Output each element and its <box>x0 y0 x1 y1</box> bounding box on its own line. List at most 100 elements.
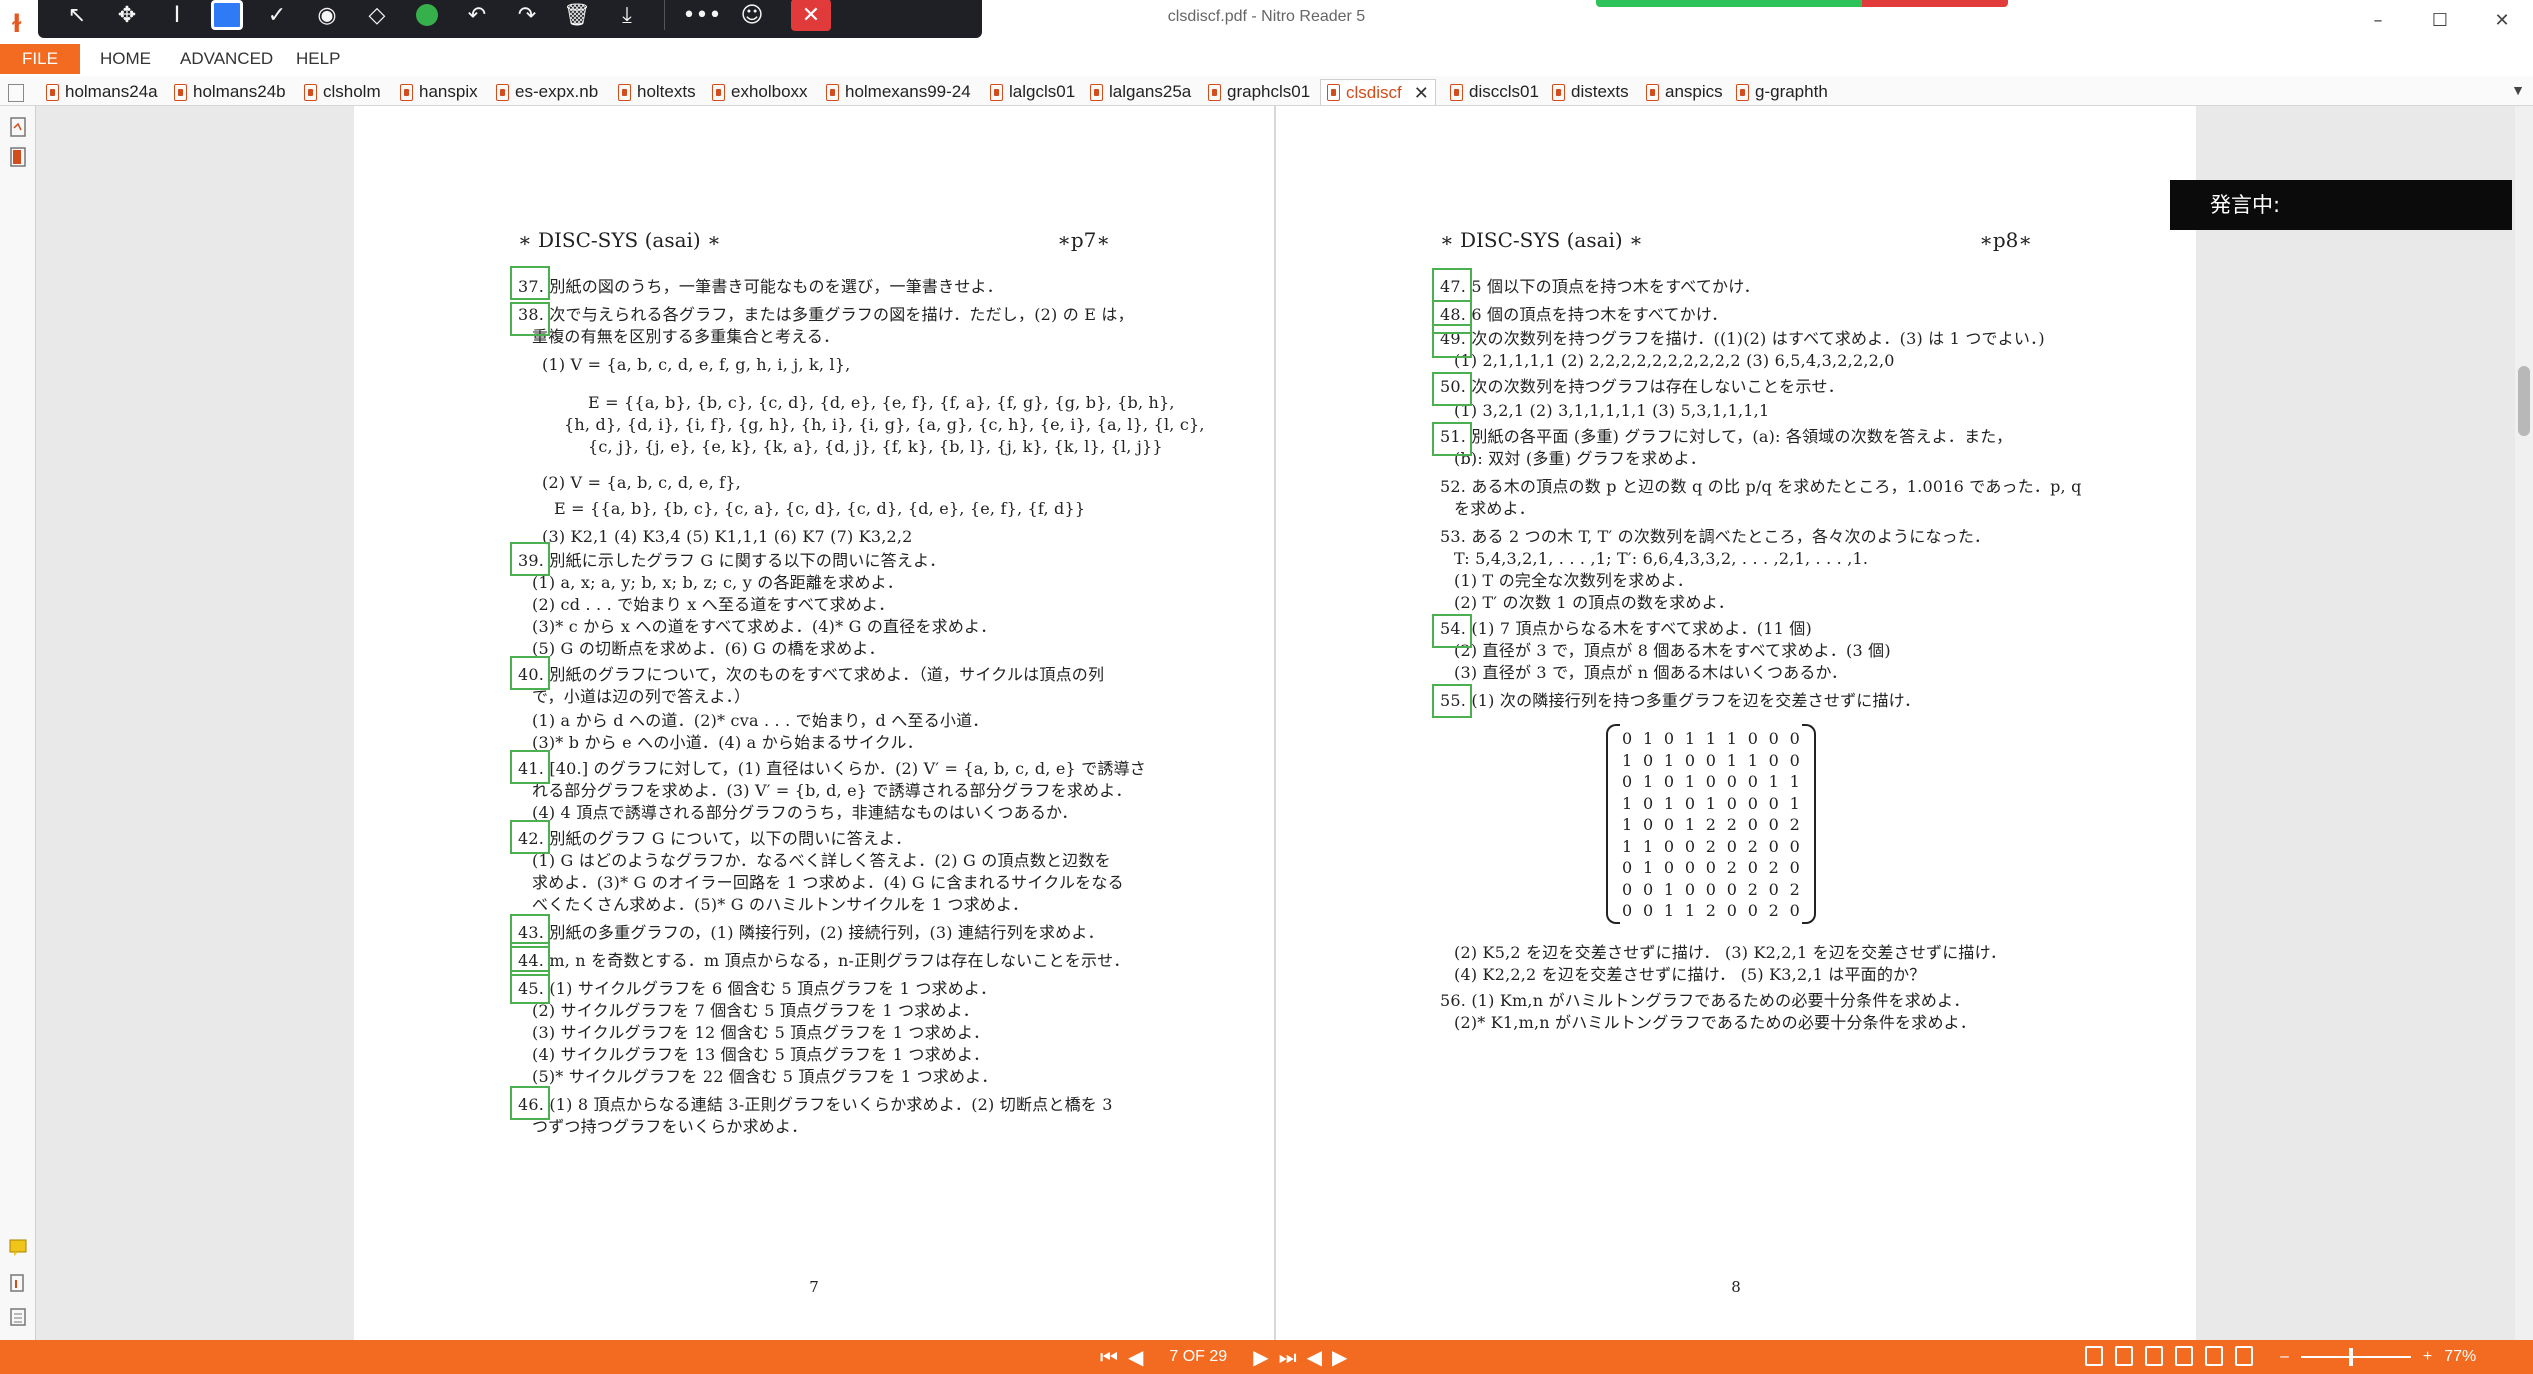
scrollbar-thumb[interactable] <box>2518 366 2530 436</box>
matrix-bracket-right <box>1802 724 1816 924</box>
question-line: (1) 3,2,1 (2) 3,1,1,1,1,1 (3) 5,3,1,1,1,… <box>1454 401 1770 420</box>
comments-panel-icon[interactable] <box>8 1236 28 1258</box>
facing-continuous-view-icon[interactable] <box>2175 1346 2193 1366</box>
page-navigation: ⏮ ◀ 7 OF 29 ▶ ⏭ ◀ ▶ <box>1100 1344 1347 1370</box>
close-tab-icon[interactable]: ✕ <box>1414 80 1429 106</box>
rectangle-icon[interactable] <box>202 0 252 35</box>
annotation-rectangle[interactable] <box>510 820 550 854</box>
previous-page-icon[interactable]: ◀ <box>1128 1345 1143 1369</box>
pdf-page-8: ∗ DISC-SYS (asai) ∗ ∗p8∗ 47. 5 個以下の頂点を持つ… <box>1276 106 2196 1340</box>
question-line: 46. (1) 8 頂点からなる連結 3-正則グラフをいくらか求めよ．(2) 切… <box>518 1095 1113 1114</box>
last-page-icon[interactable]: ⏭ <box>1279 1345 1297 1369</box>
annotation-rectangle[interactable] <box>1432 422 1472 456</box>
continuous-view-icon[interactable] <box>2115 1346 2133 1366</box>
zoom-slider-thumb[interactable] <box>2348 1348 2353 1366</box>
annotation-rectangle[interactable] <box>510 750 550 784</box>
question-line: 44. m, n を奇数とする．m 頂点からなる，n-正則グラフは存在しないこと… <box>518 951 1130 970</box>
annotation-rectangle[interactable] <box>1432 614 1472 648</box>
single-page-view-icon[interactable] <box>2085 1346 2103 1366</box>
doc-tab-active[interactable]: clsdiscf ✕ <box>1320 79 1436 105</box>
check-icon[interactable]: ✓ <box>252 0 302 35</box>
tab-help[interactable]: HELP <box>284 44 352 74</box>
bookmark-panel-icon[interactable] <box>8 146 28 168</box>
doc-tab[interactable]: disccls01 <box>1450 79 1539 105</box>
doc-tab[interactable]: exholboxx <box>712 79 808 105</box>
close-window-button[interactable]: ✕ <box>2471 0 2533 40</box>
next-view-icon[interactable]: ▶ <box>1332 1345 1347 1369</box>
annotation-rectangle[interactable] <box>510 1086 550 1120</box>
eraser-icon[interactable]: ◇ <box>352 0 402 35</box>
doc-tab[interactable]: hanspix <box>400 79 478 105</box>
question-line: (4) 4 頂点で誘導される部分グラフのうち，非連結なものはいくつあるか． <box>532 803 1078 822</box>
annotation-rectangle[interactable] <box>1432 324 1472 358</box>
trash-icon[interactable]: 🗑 <box>552 0 602 35</box>
doc-tab[interactable]: lalgcls01 <box>990 79 1075 105</box>
undo-icon[interactable]: ↶ <box>452 0 502 35</box>
annotation-rectangle[interactable] <box>510 266 550 300</box>
doc-tab[interactable]: graphcls01 <box>1208 79 1310 105</box>
signature-panel-icon[interactable] <box>8 116 28 138</box>
doc-tab[interactable]: lalgans25a <box>1090 79 1191 105</box>
question-line: れる部分グラフを求めよ．(3) V′ = {b, d, e} で誘導される部分グ… <box>532 781 1132 800</box>
doc-tab[interactable]: holmans24a <box>46 79 158 105</box>
annotation-rectangle[interactable] <box>1432 372 1472 406</box>
stamp-icon[interactable]: ◉ <box>302 0 352 35</box>
attachments-panel-icon[interactable] <box>8 1272 28 1294</box>
zoom-out-button[interactable]: – <box>2280 1348 2289 1366</box>
annotation-rectangle[interactable] <box>1432 684 1472 718</box>
next-page-icon[interactable]: ▶ <box>1253 1345 1268 1369</box>
move-icon[interactable]: ✥ <box>102 0 152 35</box>
document-viewer[interactable]: ∗ DISC-SYS (asai) ∗ ∗p7∗ 37. 別紙の図のうち，一筆書… <box>36 106 2516 1340</box>
page-number: 8 <box>1731 1278 1741 1296</box>
page-indicator[interactable]: 7 OF 29 <box>1169 1348 1227 1366</box>
download-icon[interactable]: ⤓ <box>602 0 652 35</box>
matrix-row: 1 0 1 0 0 1 1 0 0 <box>1622 750 1800 770</box>
annotation-rectangle[interactable] <box>510 542 550 576</box>
redo-icon[interactable]: ↷ <box>502 0 552 35</box>
question-line: (3) K2,1 (4) K3,4 (5) K1,1,1 (6) K7 (7) … <box>542 527 913 546</box>
doc-tab[interactable]: anspics <box>1646 79 1723 105</box>
vertical-scrollbar[interactable] <box>2515 106 2533 1340</box>
question-line: 52. ある木の頂点の数 p と辺の数 q の比 p/q を求めたところ，1.0… <box>1440 477 2082 496</box>
tab-advanced[interactable]: ADVANCED <box>168 44 285 74</box>
doc-tab[interactable]: es-expx.nb <box>496 79 598 105</box>
speaking-overlay: 発言中: <box>2170 180 2512 230</box>
first-page-icon[interactable]: ⏮ <box>1100 1345 1118 1369</box>
annotation-rectangle[interactable] <box>1432 268 1472 302</box>
doc-tab[interactable]: holtexts <box>618 79 696 105</box>
more-icon[interactable]: ••• <box>677 0 727 35</box>
annotation-rectangle[interactable] <box>510 970 550 1004</box>
file-menu-tab[interactable]: FILE <box>0 44 80 74</box>
pdf-file-icon <box>712 83 725 101</box>
previous-view-icon[interactable]: ◀ <box>1307 1345 1322 1369</box>
doc-tab[interactable]: g-graphth <box>1736 79 1828 105</box>
fit-page-icon[interactable] <box>2235 1346 2253 1366</box>
doc-tab[interactable]: distexts <box>1552 79 1629 105</box>
zoom-slider[interactable] <box>2300 1348 2411 1366</box>
pages-icon[interactable] <box>8 84 24 102</box>
color-picker-icon[interactable] <box>402 0 452 35</box>
fit-width-icon[interactable] <box>2205 1346 2223 1366</box>
ribbon-menu: FILE HOME ADVANCED HELP <box>0 44 2533 74</box>
annotation-rectangle[interactable] <box>510 302 550 336</box>
maximize-button[interactable]: ☐ <box>2409 0 2471 40</box>
text-cursor-icon[interactable]: I <box>152 0 202 35</box>
question-line: (1) 2,1,1,1,1 (2) 2,2,2,2,2,2,2,2,2,2 (3… <box>1454 351 1895 370</box>
annotation-rectangle[interactable] <box>510 656 550 690</box>
matrix-row: 0 1 0 0 0 2 0 2 0 <box>1622 858 1800 877</box>
user-settings-icon[interactable]: ☺ <box>727 0 777 35</box>
zoom-level[interactable]: 77% <box>2444 1348 2476 1366</box>
doc-tab[interactable]: clsholm <box>304 79 381 105</box>
zoom-in-button[interactable]: + <box>2423 1348 2432 1366</box>
pointer-icon[interactable]: ↖ <box>52 0 102 35</box>
doc-tab[interactable]: holmexans99-24 <box>826 79 971 105</box>
question-line: (4) サイクルグラフを 13 個含む 5 頂点グラフを 1 つ求めよ． <box>532 1045 990 1064</box>
close-toolbar-icon[interactable]: ✕ <box>791 0 831 31</box>
doc-tab[interactable]: holmans24b <box>174 79 286 105</box>
page-header-right: ∗p8∗ <box>1979 228 2032 252</box>
tabs-dropdown-icon[interactable]: ▼ <box>2511 82 2525 98</box>
tab-home[interactable]: HOME <box>88 44 163 74</box>
layers-panel-icon[interactable] <box>8 1306 28 1328</box>
minimize-button[interactable]: – <box>2347 0 2409 40</box>
facing-view-icon[interactable] <box>2145 1346 2163 1366</box>
